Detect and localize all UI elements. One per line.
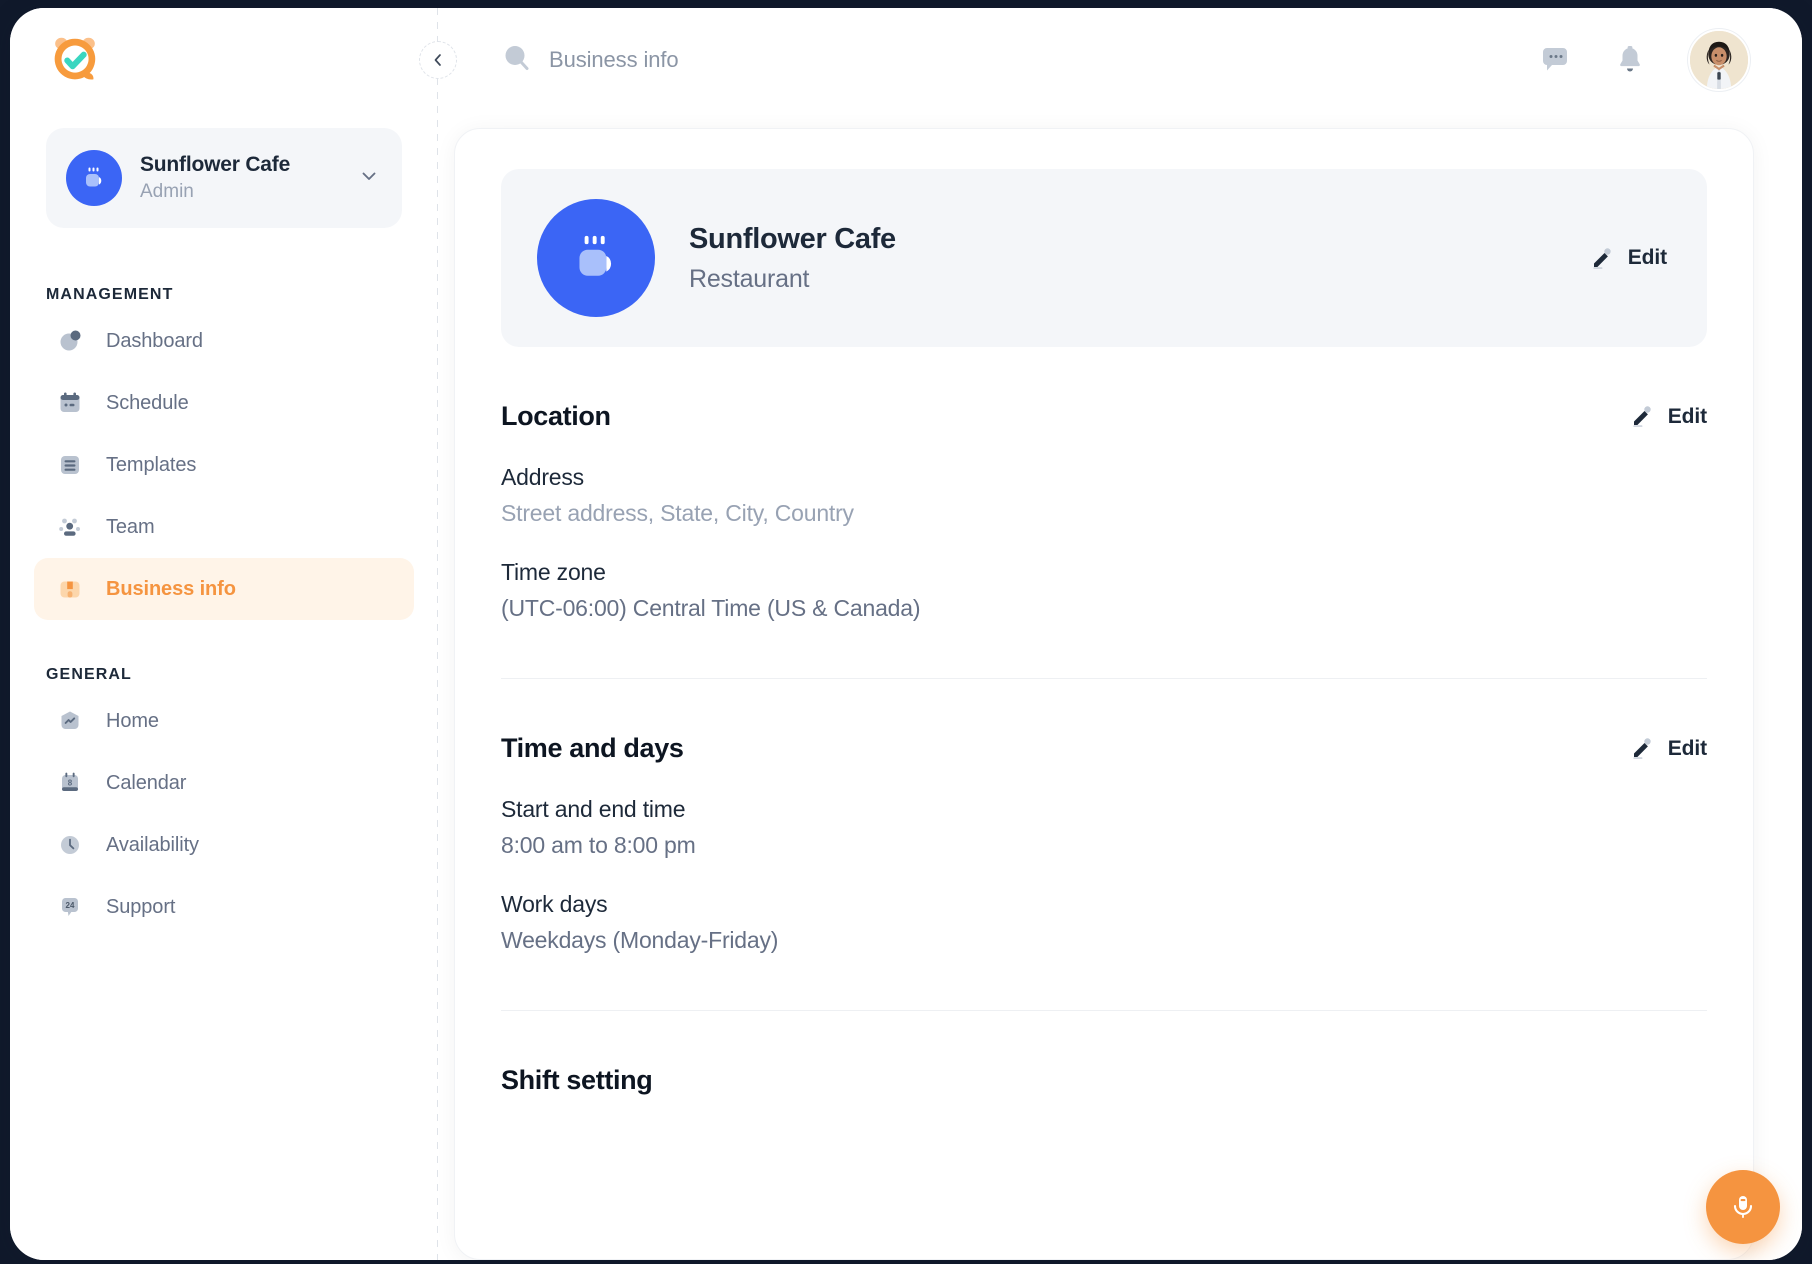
sidebar-item-calendar[interactable]: 8 Calendar: [34, 752, 414, 814]
sidebar-collapse-button[interactable]: [419, 41, 457, 79]
sidebar-item-home[interactable]: Home: [34, 690, 414, 752]
business-type: Restaurant: [689, 265, 896, 294]
breadcrumb[interactable]: Business info: [501, 42, 679, 79]
sidebar-item-dashboard[interactable]: Dashboard: [34, 310, 414, 372]
main-area: Business info: [438, 8, 1802, 1260]
field-label: Start and end time: [501, 796, 1707, 823]
field-label: Time zone: [501, 559, 1707, 586]
avatar[interactable]: [1688, 29, 1750, 91]
field-value: 8:00 am to 8:00 pm: [501, 832, 1707, 859]
search-icon: [501, 42, 533, 79]
topbar-actions: [1538, 29, 1750, 91]
people-icon: [56, 513, 84, 541]
user-avatar: [1690, 31, 1748, 89]
business-banner-text: Sunflower Cafe Restaurant: [689, 223, 896, 294]
sidebar-item-label: Calendar: [106, 772, 186, 795]
section-header: Shift setting: [501, 1065, 1707, 1096]
edit-time-and-days-button[interactable]: Edit: [1630, 735, 1707, 762]
org-text: Sunflower Cafe Admin: [140, 152, 340, 205]
sidebar-item-business-info[interactable]: Business info: [34, 558, 414, 620]
pencil-icon: [1630, 735, 1654, 762]
coffee-cup-icon: [565, 227, 627, 289]
alarm-clock-check-logo: [46, 31, 104, 89]
pie-chart-icon: [56, 327, 84, 355]
pencil-icon: [1630, 403, 1654, 430]
business-info-scroll[interactable]: Sunflower Cafe Restaurant Edit: [455, 129, 1753, 1259]
sidebar: Sunflower Cafe Admin MANAGEMENT Dashboar…: [10, 8, 438, 1260]
field-value: Weekdays (Monday-Friday): [501, 927, 1707, 954]
sidebar-item-label: Business info: [106, 578, 236, 601]
calendar-icon: [56, 389, 84, 417]
field-value: Street address, State, City, Country: [501, 500, 1707, 527]
support-24-icon: 24: [56, 893, 84, 921]
business-avatar: [537, 199, 655, 317]
sidebar-item-support[interactable]: 24 Support: [34, 876, 414, 938]
trend-up-icon: [56, 707, 84, 735]
org-switcher[interactable]: Sunflower Cafe Admin: [46, 128, 402, 228]
list-lines-icon: [56, 451, 84, 479]
app-window: Sunflower Cafe Admin MANAGEMENT Dashboar…: [10, 8, 1802, 1260]
business-name: Sunflower Cafe: [689, 223, 896, 256]
org-name: Sunflower Cafe: [140, 152, 340, 178]
section-title: Shift setting: [501, 1065, 652, 1096]
sidebar-item-schedule[interactable]: Schedule: [34, 372, 414, 434]
nav-heading-management: MANAGEMENT: [10, 286, 438, 304]
breadcrumb-label: Business info: [549, 47, 679, 73]
sidebar-item-label: Availability: [106, 834, 199, 857]
sidebar-item-team[interactable]: Team: [34, 496, 414, 558]
section-header: Location Edit: [501, 401, 1707, 432]
nav-heading-general: GENERAL: [10, 666, 438, 684]
section-location: Location Edit: [501, 347, 1707, 679]
section-header: Time and days Edit: [501, 733, 1707, 764]
section-title: Time and days: [501, 733, 684, 764]
business-info-card: Sunflower Cafe Restaurant Edit: [454, 128, 1754, 1260]
sidebar-item-label: Templates: [106, 454, 196, 477]
field-label: Address: [501, 464, 1707, 491]
svg-text:8: 8: [68, 779, 73, 788]
edit-location-button[interactable]: Edit: [1630, 403, 1707, 430]
section-time-and-days: Time and days Edit: [501, 679, 1707, 1011]
section-title: Location: [501, 401, 611, 432]
field-address: Address Street address, State, City, Cou…: [501, 464, 1707, 527]
microphone-icon: [1726, 1190, 1760, 1224]
coffee-cup-icon: [79, 163, 109, 193]
field-value: (UTC-06:00) Central Time (US & Canada): [501, 595, 1707, 622]
calendar-8-icon: 8: [56, 769, 84, 797]
edit-label: Edit: [1628, 246, 1667, 270]
briefcase-icon: [56, 575, 84, 603]
sidebar-item-label: Home: [106, 710, 159, 733]
business-banner: Sunflower Cafe Restaurant Edit: [501, 169, 1707, 347]
field-time-zone: Time zone (UTC-06:00) Central Time (US &…: [501, 559, 1707, 622]
org-avatar: [66, 150, 122, 206]
edit-label: Edit: [1668, 737, 1707, 761]
field-work-days: Work days Weekdays (Monday-Friday): [501, 891, 1707, 954]
chevron-left-icon: [430, 52, 446, 68]
bell-icon[interactable]: [1614, 44, 1646, 76]
topbar: Business info: [438, 8, 1802, 112]
svg-text:24: 24: [66, 901, 75, 910]
sidebar-item-availability[interactable]: Availability: [34, 814, 414, 876]
chat-dots-icon[interactable]: [1538, 43, 1572, 77]
clock-icon: [56, 831, 84, 859]
sidebar-item-label: Team: [106, 516, 155, 539]
section-shift-setting: Shift setting: [501, 1011, 1707, 1096]
sidebar-item-label: Schedule: [106, 392, 189, 415]
voice-assistant-fab[interactable]: [1706, 1170, 1780, 1244]
edit-label: Edit: [1668, 405, 1707, 429]
edit-business-button[interactable]: Edit: [1590, 245, 1667, 272]
org-role: Admin: [140, 179, 340, 205]
sidebar-item-label: Dashboard: [106, 330, 203, 353]
field-label: Work days: [501, 891, 1707, 918]
chevron-down-icon[interactable]: [358, 165, 380, 192]
sidebar-item-templates[interactable]: Templates: [34, 434, 414, 496]
pencil-icon: [1590, 245, 1614, 272]
sidebar-item-label: Support: [106, 896, 175, 919]
field-start-end-time: Start and end time 8:00 am to 8:00 pm: [501, 796, 1707, 859]
app-logo[interactable]: [10, 8, 438, 112]
